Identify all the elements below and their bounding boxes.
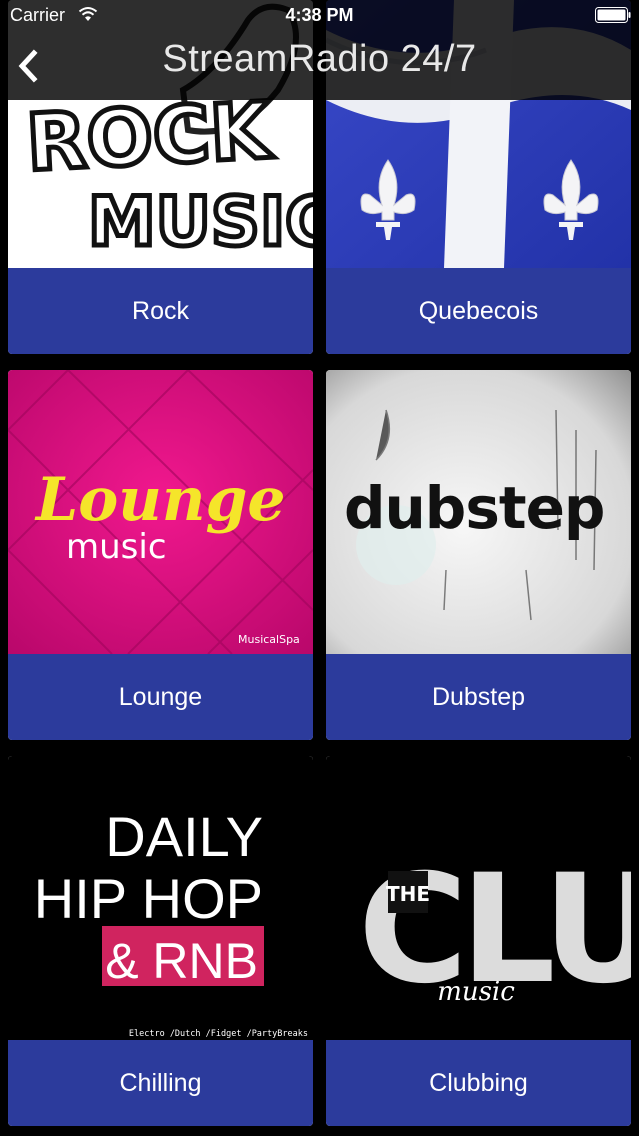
station-card-lounge[interactable]: Lounge music MusicalSpa Lounge bbox=[8, 370, 313, 740]
chilling-art-text-1: DAILY bbox=[105, 805, 263, 868]
chilling-art-text-2: HIP HOP bbox=[34, 867, 263, 930]
station-label: Clubbing bbox=[326, 1040, 631, 1126]
clubbing-art-text-1: THE bbox=[386, 882, 430, 906]
station-label: Rock bbox=[8, 268, 313, 354]
rock-art-text-1: ROCK bbox=[24, 86, 275, 189]
the-club-music-artwork: CLUB THE music bbox=[326, 756, 631, 1040]
lounge-art-text-3: MusicalSpa bbox=[238, 633, 300, 646]
chilling-art-text-3: & RNB bbox=[105, 933, 258, 989]
station-label: Dubstep bbox=[326, 654, 631, 740]
station-card-chilling[interactable]: DAILY HIP HOP & RNB Electro /Dutch /Fidg… bbox=[8, 756, 313, 1126]
lounge-art-text-2: music bbox=[66, 527, 167, 567]
battery-icon bbox=[595, 7, 631, 23]
station-card-clubbing[interactable]: CLUB THE music Clubbing bbox=[326, 756, 631, 1126]
chilling-art-text-4: Electro /Dutch /Fidget /PartyBreaks bbox=[129, 1029, 308, 1039]
dubstep-art-text: dubstep bbox=[344, 474, 604, 542]
station-label: Lounge bbox=[8, 654, 313, 740]
dubstep-artwork: dubstep bbox=[326, 370, 631, 654]
station-label: Quebecois bbox=[326, 268, 631, 354]
rock-art-text-2: MUSIC bbox=[88, 183, 313, 262]
status-bar: Carrier 4:38 PM bbox=[0, 0, 639, 34]
page-title: StreamRadio 24/7 bbox=[162, 38, 477, 80]
lounge-music-artwork: Lounge music MusicalSpa bbox=[8, 370, 313, 654]
clubbing-art-text-3: music bbox=[437, 977, 515, 1007]
station-card-dubstep[interactable]: dubstep Dubstep bbox=[326, 370, 631, 740]
clock: 4:38 PM bbox=[285, 5, 354, 25]
station-label: Chilling bbox=[8, 1040, 313, 1126]
lounge-art-text-1: Lounge bbox=[34, 465, 286, 535]
daily-hip-hop-rnb-artwork: DAILY HIP HOP & RNB Electro /Dutch /Fidg… bbox=[8, 756, 313, 1040]
